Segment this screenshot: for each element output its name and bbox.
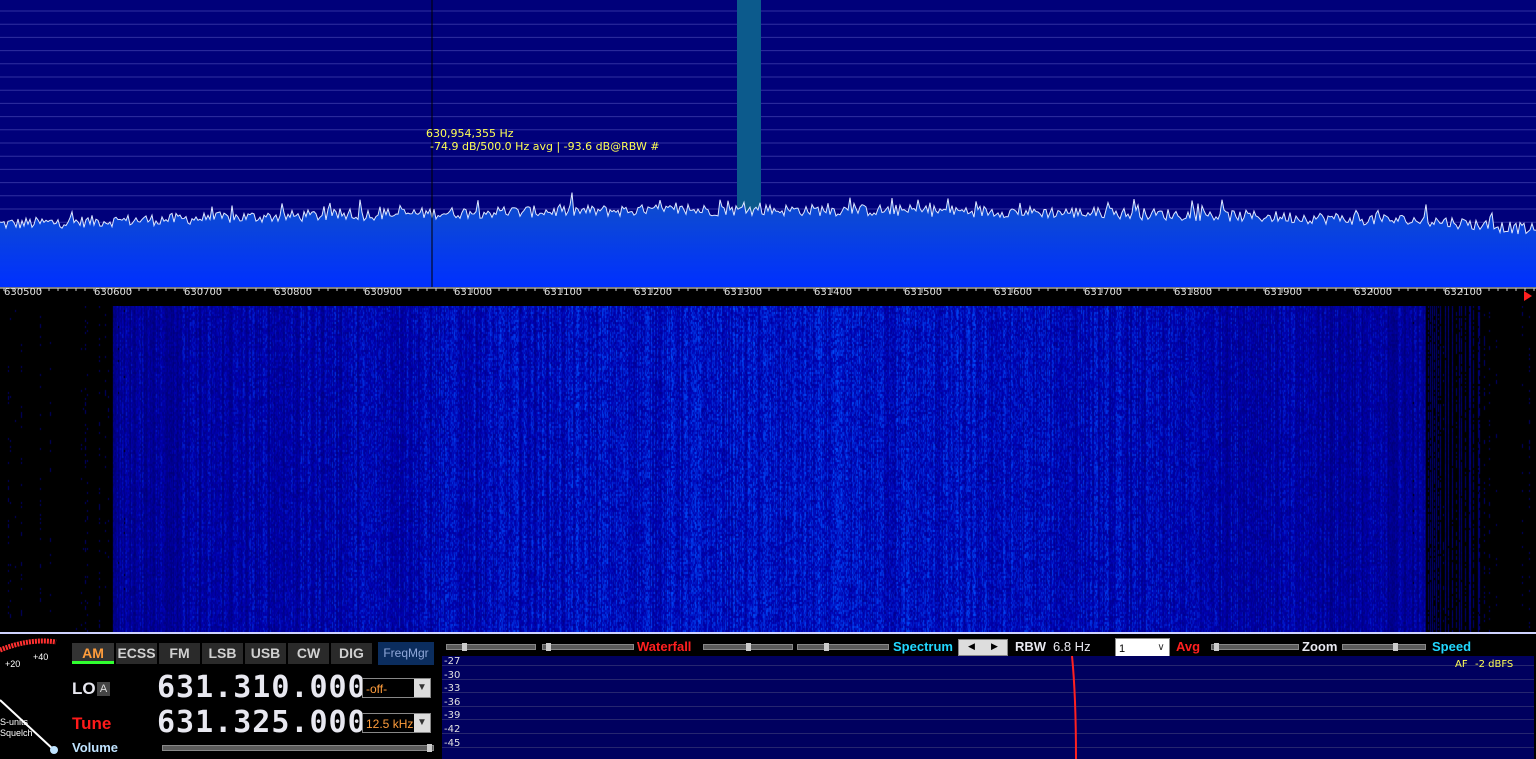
s-meter-label-40: +40 xyxy=(33,652,49,662)
arrow-left-icon[interactable]: ◀ xyxy=(968,641,975,652)
tune-step-select[interactable]: 12.5 kHz ▼ xyxy=(362,713,431,733)
zoom-slider[interactable] xyxy=(1342,643,1426,651)
spectrum-max-slider[interactable] xyxy=(797,643,889,651)
freq-tick-label: 631500 xyxy=(904,287,943,298)
arrow-right-icon[interactable]: ▶ xyxy=(991,641,998,652)
speed-label: Speed xyxy=(1432,639,1472,654)
avg-slider-thumb[interactable] xyxy=(1214,643,1219,651)
lo-label: LO xyxy=(72,679,96,698)
spectrum-max-thumb[interactable] xyxy=(824,643,829,651)
lo-badge[interactable]: A xyxy=(97,682,110,696)
audio-level-panel[interactable]: -27 -30 -33 -36 -39 -42 -45 AF -2 dBFS xyxy=(442,656,1534,759)
freq-tick-label: 630800 xyxy=(274,287,313,298)
freq-tick-label: 631800 xyxy=(1174,287,1213,298)
spectrum-scroll-buttons[interactable]: ◀ ▶ xyxy=(958,639,1008,656)
tune-marker-icon[interactable] xyxy=(1524,291,1532,301)
freq-tick-label: 631900 xyxy=(1264,287,1303,298)
s-meter-label-20: +20 xyxy=(5,659,21,669)
freq-tick-label: 630900 xyxy=(364,287,403,298)
freq-tick-label: 630500 xyxy=(4,287,43,298)
af-label: AF xyxy=(1455,659,1468,670)
squelch-label: Squelch xyxy=(0,728,33,738)
waterfall-display[interactable] xyxy=(0,306,1536,632)
freq-tick-label: 632000 xyxy=(1354,287,1393,298)
freq-tick-label: 632100 xyxy=(1444,287,1483,298)
spectrum-plot xyxy=(0,0,1536,287)
audio-level-line xyxy=(1071,656,1077,759)
zoom-label: Zoom xyxy=(1302,639,1338,654)
avg-slider[interactable] xyxy=(1211,643,1299,651)
mode-button-dig[interactable]: DIG xyxy=(331,643,372,664)
freq-tick-label: 631300 xyxy=(724,287,763,298)
freq-tick-label: 631200 xyxy=(634,287,673,298)
avg-select-value: 1 xyxy=(1119,643,1126,655)
freq-tick-label: 631700 xyxy=(1084,287,1123,298)
chevron-down-icon: ▼ xyxy=(414,679,430,697)
spectrum-fill xyxy=(0,192,1536,287)
freq-tick-label: 631400 xyxy=(814,287,853,298)
mode-button-cw[interactable]: CW xyxy=(288,643,329,664)
waterfall-max-thumb[interactable] xyxy=(546,643,551,651)
lo-offset-select[interactable]: -off- ▼ xyxy=(362,678,431,698)
waterfall-min-thumb[interactable] xyxy=(462,643,467,651)
s-meter-scale xyxy=(0,638,57,653)
waterfall-min-slider[interactable] xyxy=(446,643,536,651)
af-value: -2 dBFS xyxy=(1475,659,1514,670)
cursor-level: -74.9 dB/500.0 Hz avg | -93.6 dB@RBW # xyxy=(430,140,660,153)
freq-tick-label: 631100 xyxy=(544,287,583,298)
chevron-down-icon: ▼ xyxy=(414,714,430,732)
lo-offset-value: -off- xyxy=(366,682,388,696)
audio-trace xyxy=(1071,656,1077,759)
mode-button-ecss[interactable]: ECSS xyxy=(116,643,157,664)
waterfall-canvas xyxy=(0,306,1536,632)
tune-step-value: 12.5 kHz xyxy=(366,717,414,731)
tune-frequency[interactable]: 631.325.000 xyxy=(157,705,367,740)
waterfall-label: Waterfall xyxy=(637,639,692,654)
volume-slider-thumb[interactable] xyxy=(427,744,432,752)
cursor-frequency: 630,954,355 Hz xyxy=(426,127,514,140)
freq-tick-label: 630700 xyxy=(184,287,223,298)
s-meter-pivot[interactable] xyxy=(50,746,58,754)
spectrum-min-thumb[interactable] xyxy=(746,643,751,651)
mode-button-am[interactable]: AM xyxy=(72,643,114,664)
rbw-value: 6.8 Hz xyxy=(1053,639,1091,654)
waterfall-max-slider[interactable] xyxy=(542,643,634,651)
frequency-axis-ticks xyxy=(0,287,1536,301)
spectrum-display[interactable]: 630,954,355 Hz -74.9 dB/500.0 Hz avg | -… xyxy=(0,0,1536,287)
lo-frequency[interactable]: 631.310.000 xyxy=(157,670,367,705)
tune-label: Tune xyxy=(72,714,112,733)
spectrum-label: Spectrum xyxy=(893,639,953,654)
spectrum-min-slider[interactable] xyxy=(703,643,793,651)
rbw-label: RBW xyxy=(1015,639,1047,654)
volume-slider[interactable] xyxy=(162,744,434,752)
freq-tick-label: 631600 xyxy=(994,287,1033,298)
freq-tick-label: 630600 xyxy=(94,287,133,298)
s-units-label: S-units xyxy=(0,717,29,727)
mode-button-lsb[interactable]: LSB xyxy=(202,643,243,664)
chevron-down-icon: ∨ xyxy=(1153,639,1169,657)
freq-tick-label: 631000 xyxy=(454,287,493,298)
mode-button-usb[interactable]: USB xyxy=(245,643,286,664)
frequency-axis[interactable]: 630500 630600 630700 630800 630900 631000 6311… xyxy=(0,287,1536,306)
avg-select[interactable]: 1 ∨ xyxy=(1115,638,1170,658)
avg-label: Avg xyxy=(1176,639,1201,654)
control-panel: +20 +40 S-units Squelch AM ECSS FM LSB U… xyxy=(0,632,1536,759)
zoom-slider-thumb[interactable] xyxy=(1393,643,1398,651)
mode-button-fm[interactable]: FM xyxy=(159,643,200,664)
volume-label: Volume xyxy=(72,740,118,755)
freqmgr-button[interactable]: FreqMgr xyxy=(378,642,434,665)
